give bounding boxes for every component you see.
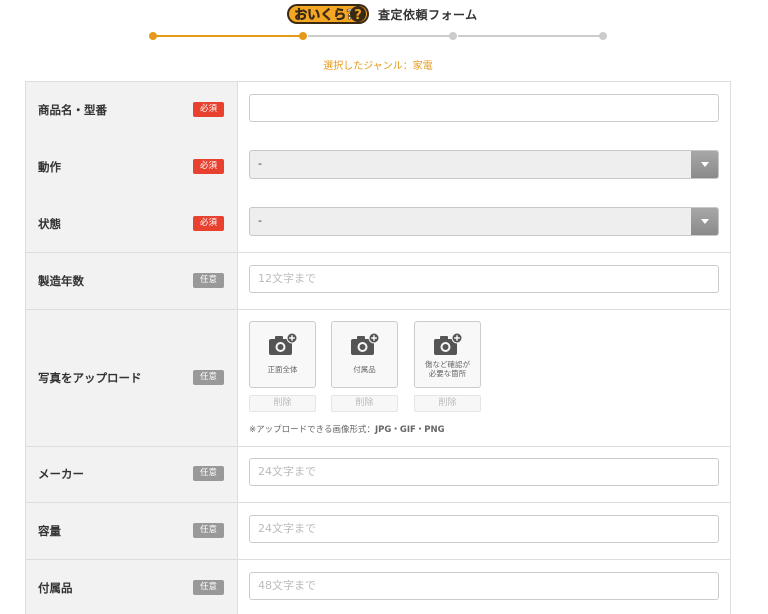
- required-badge: 必須: [193, 216, 224, 231]
- product-name-label: 商品名・型番: [38, 103, 107, 117]
- year-input[interactable]: 12文字まで: [249, 265, 719, 293]
- capacity-label: 容量: [38, 524, 61, 538]
- progress-steps: [148, 30, 610, 42]
- row-divider: [26, 309, 730, 310]
- step-dot-2: [299, 32, 307, 40]
- photo-slot-front[interactable]: 正面全体: [249, 321, 316, 388]
- oikura-logo: おいくら? ?: [287, 4, 369, 24]
- step-dot-3: [449, 32, 457, 40]
- form-title: 査定依頼フォーム: [378, 8, 478, 22]
- upload-note-prefix: ※アップロードできる画像形式：: [249, 425, 375, 435]
- accessories-label: 付属品: [38, 581, 73, 595]
- row-divider: [26, 502, 730, 503]
- required-badge: 必須: [193, 102, 224, 117]
- camera-add-icon: [434, 333, 463, 355]
- upload-format-note: ※アップロードできる画像形式：JPG・GIF・PNG: [249, 423, 445, 435]
- photo-slot-label: 正面全体: [267, 365, 298, 374]
- optional-badge: 任意: [193, 466, 224, 481]
- condition-select-value: -: [258, 214, 262, 227]
- year-label: 製造年数: [38, 274, 84, 288]
- delete-photo-button[interactable]: 削除: [249, 395, 316, 412]
- photo-slot-label: 傷など確認が 必要な箇所: [425, 360, 470, 378]
- optional-badge: 任意: [193, 523, 224, 538]
- condition-label: 状態: [38, 217, 61, 231]
- condition-select[interactable]: -: [249, 207, 719, 236]
- row-divider: [26, 252, 730, 253]
- upload-note-formats: JPG・GIF・PNG: [374, 425, 445, 435]
- chevron-down-icon[interactable]: [691, 151, 718, 178]
- operation-select[interactable]: -: [249, 150, 719, 179]
- optional-badge: 任意: [193, 370, 224, 385]
- row-divider: [26, 446, 730, 447]
- photo-upload-label: 写真をアップロード: [38, 371, 142, 385]
- appraisal-form: 商品名・型番 必須 動作 必須 - 状態 必須 - 製造年数 任意 12文字まで…: [25, 81, 731, 614]
- camera-add-icon: [269, 333, 298, 355]
- step-line-1: [154, 35, 304, 37]
- delete-photo-button[interactable]: 削除: [331, 395, 398, 412]
- svg-text:?: ?: [354, 8, 362, 23]
- product-name-input[interactable]: [249, 94, 719, 122]
- header: おいくら? ? 査定依頼フォーム: [0, 0, 768, 30]
- maker-input[interactable]: 24文字まで: [249, 458, 719, 486]
- logo-text: おいくら?: [294, 8, 354, 23]
- accessories-input[interactable]: 48文字まで: [249, 572, 719, 600]
- delete-photo-button[interactable]: 削除: [414, 395, 481, 412]
- camera-add-icon: [351, 333, 380, 355]
- step-dot-1: [149, 32, 157, 40]
- operation-select-value: -: [258, 157, 262, 170]
- optional-badge: 任意: [193, 273, 224, 288]
- capacity-input[interactable]: 24文字まで: [249, 515, 719, 543]
- photo-slot-accessories[interactable]: 付属品: [331, 321, 398, 388]
- optional-badge: 任意: [193, 580, 224, 595]
- operation-label: 動作: [38, 160, 61, 174]
- maker-label: メーカー: [38, 467, 84, 481]
- chevron-down-icon[interactable]: [691, 208, 718, 235]
- selected-genre: 選択したジャンル：家電: [323, 61, 433, 72]
- photo-slot-label: 付属品: [353, 365, 376, 374]
- required-badge: 必須: [193, 159, 224, 174]
- step-line-3: [458, 35, 604, 37]
- step-dot-4: [599, 32, 607, 40]
- photo-slot-damage[interactable]: 傷など確認が 必要な箇所: [414, 321, 481, 388]
- row-divider: [26, 559, 730, 560]
- step-line-2: [308, 35, 454, 37]
